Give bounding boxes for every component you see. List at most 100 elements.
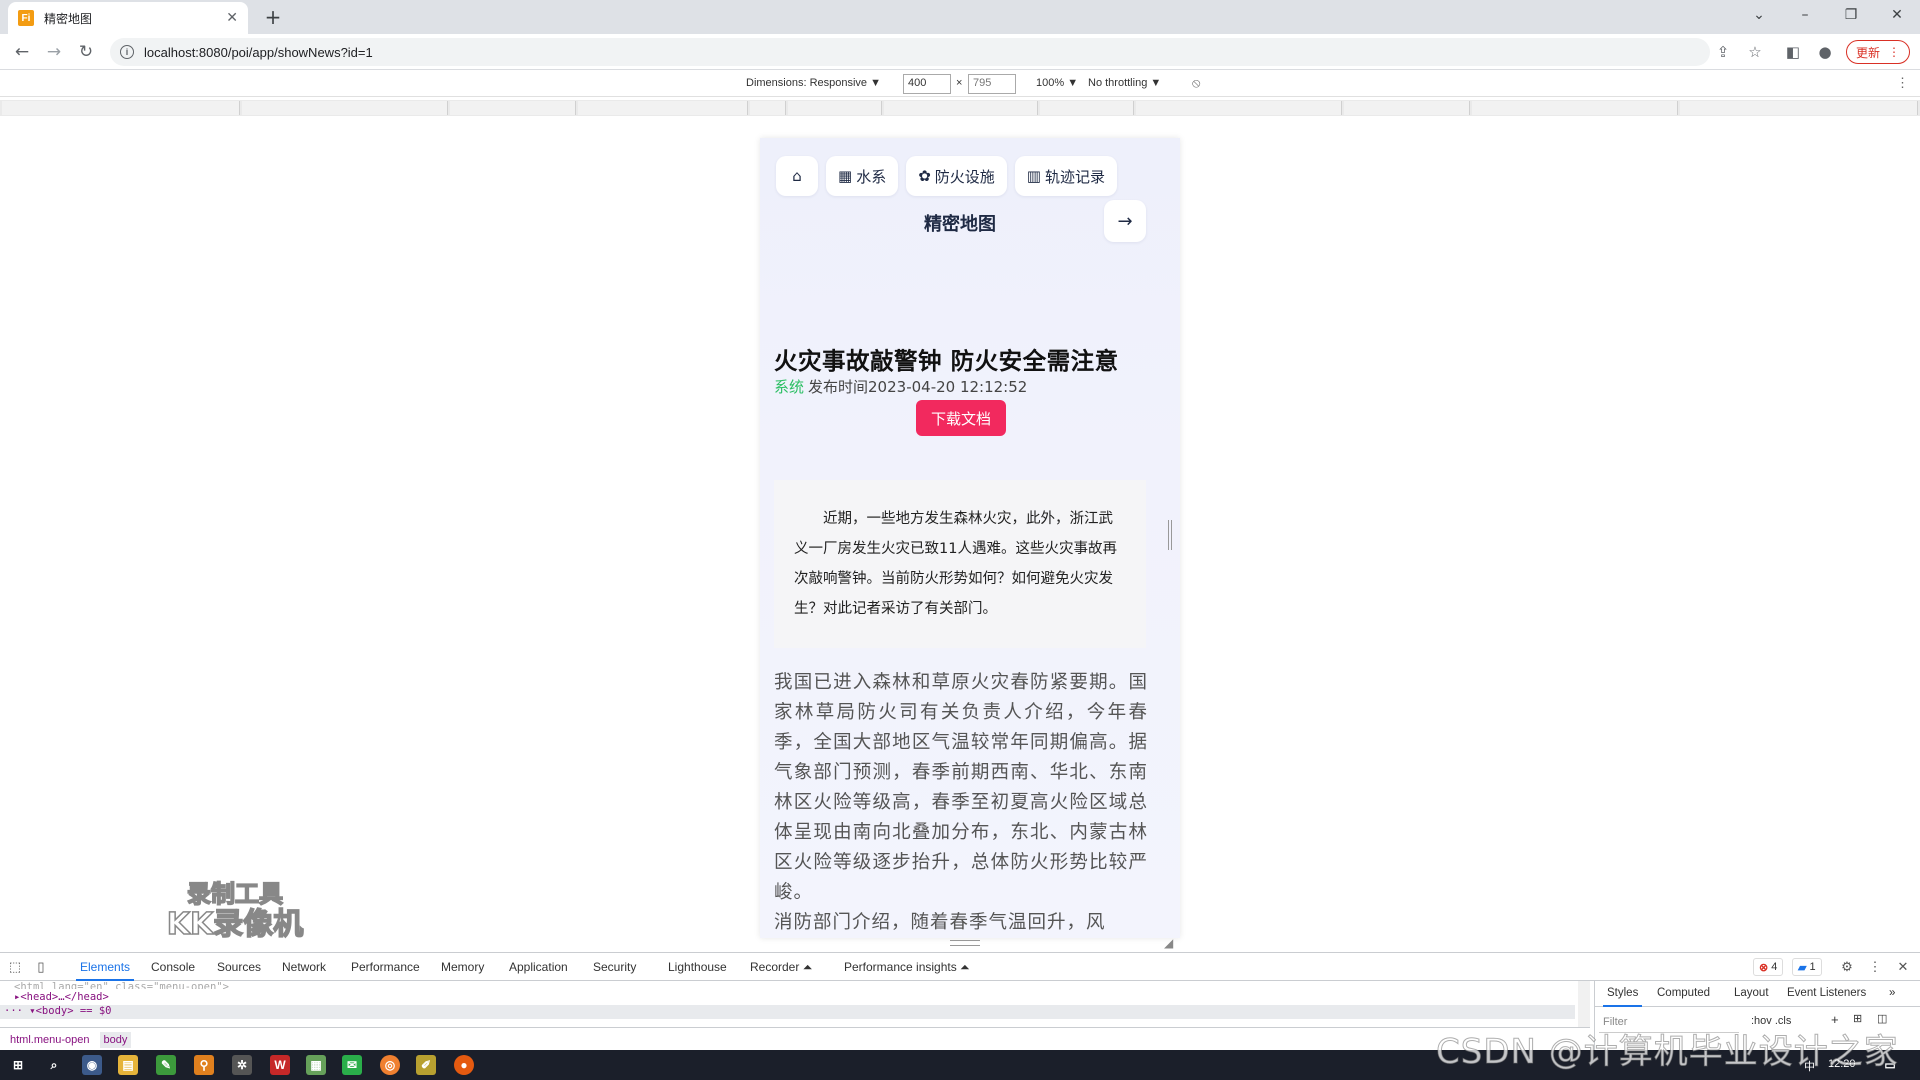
chrome-icon[interactable]: ◉ xyxy=(82,1055,102,1075)
article-body-cut: 消防部门介绍，随着春季气温回升，风 xyxy=(774,912,1106,933)
nav-track-record-label: 轨迹记录 xyxy=(1044,167,1105,186)
nav-track-record-button[interactable]: ▥ 轨迹记录 xyxy=(1014,156,1117,196)
article-published: 发布时间2023-04-20 12:12:52 xyxy=(808,378,1028,396)
download-document-button[interactable]: 下载文档 xyxy=(916,400,1006,436)
viewport-resize-corner-icon[interactable]: ◢ xyxy=(1164,936,1173,950)
dom-line-body[interactable]: ··· ▾<body> == $0 xyxy=(0,1005,1575,1019)
restore-icon[interactable]: ❐ xyxy=(1828,0,1874,30)
dom-line-html[interactable]: <html lang="en" class="menu-open"> xyxy=(14,981,229,989)
viewport-resize-handle-bottom[interactable] xyxy=(950,940,980,946)
update-button[interactable]: 更新 ⋮ xyxy=(1846,40,1910,64)
table-icon: ▦ xyxy=(838,167,853,185)
tab-performance-insights[interactable]: Performance insights ⏶ xyxy=(844,960,970,975)
device-more-icon[interactable]: ⋮ xyxy=(1896,75,1909,91)
app-circle-icon[interactable]: ◎ xyxy=(380,1055,400,1075)
error-count-badge[interactable]: ⊗ 4 xyxy=(1753,958,1784,976)
devtools-more-icon[interactable]: ⋮ xyxy=(1866,958,1884,976)
address-bar: ← → ↻ i localhost:8080/poi/app/showNews?… xyxy=(0,34,1920,70)
nav-fire-facilities-button[interactable]: ✿ 防火设施 xyxy=(906,156,1007,196)
windows-start-icon[interactable]: ⊞ xyxy=(8,1055,28,1075)
app-orange-search-icon[interactable]: ⚲ xyxy=(194,1055,214,1075)
nav-home-button[interactable]: ⌂ xyxy=(776,156,818,196)
app-yellow-icon[interactable]: ✐ xyxy=(416,1055,436,1075)
back-icon[interactable]: ← xyxy=(8,38,36,66)
favicon-icon: Fi xyxy=(18,10,34,26)
styles-tabs: Styles Computed Layout Event Listeners » xyxy=(1595,981,1920,1007)
tab-application[interactable]: Application xyxy=(509,960,568,974)
throttling-select[interactable]: No throttling ▼ xyxy=(1088,77,1161,89)
tab-styles[interactable]: Styles xyxy=(1602,987,1643,1007)
inspect-element-icon[interactable]: ⬚ xyxy=(6,958,24,976)
error-count: 4 xyxy=(1771,961,1778,973)
browser-tab[interactable]: Fi 精密地图 ✕ xyxy=(8,2,248,34)
device-toolbar: Dimensions: Responsive ▼ 400 × 795 100% … xyxy=(0,71,1920,97)
article-summary: 近期，一些地方发生森林火灾，此外，浙江武义一厂房发生火灾已致11人遇难。这些火灾… xyxy=(774,480,1146,648)
message-count: 1 xyxy=(1809,961,1816,973)
tab-computed[interactable]: Computed xyxy=(1657,987,1710,999)
message-count-badge[interactable]: ▰ 1 xyxy=(1792,958,1822,976)
minimize-icon[interactable]: – xyxy=(1782,0,1828,30)
tab-elements[interactable]: Elements xyxy=(75,960,135,981)
breadcrumb-body[interactable]: body xyxy=(99,1031,132,1048)
media-query-ruler[interactable] xyxy=(0,100,1920,116)
nav-water-button[interactable]: ▦ 水系 xyxy=(826,156,899,196)
wechat-icon[interactable]: ✉ xyxy=(342,1055,362,1075)
reload-icon[interactable]: ↻ xyxy=(72,38,100,66)
device-toggle-icon[interactable]: ▯ xyxy=(32,958,50,976)
app-green-icon[interactable]: ✎ xyxy=(156,1055,176,1075)
more-vert-icon: ⋮ xyxy=(1888,45,1900,59)
logout-arrow-button[interactable]: → xyxy=(1104,200,1146,242)
tab-console[interactable]: Console xyxy=(151,960,195,974)
tab-layout[interactable]: Layout xyxy=(1734,987,1769,999)
nav-water-label: 水系 xyxy=(856,167,887,186)
tab-security[interactable]: Security xyxy=(593,960,636,974)
tab-network[interactable]: Network xyxy=(282,960,326,974)
profile-icon[interactable]: ● xyxy=(1812,38,1838,66)
side-panel-icon[interactable]: ◧ xyxy=(1780,38,1806,66)
rotate-off-icon[interactable]: ⦸ xyxy=(1192,75,1200,91)
message-icon: ▰ xyxy=(1798,961,1807,974)
dimensions-select[interactable]: Dimensions: Responsive ▼ xyxy=(746,77,881,89)
app-gear-icon[interactable]: ✲ xyxy=(232,1055,252,1075)
settings-gear-icon[interactable]: ⚙ xyxy=(1838,958,1856,976)
zoom-select[interactable]: 100% ▼ xyxy=(1036,77,1078,89)
notepad-icon[interactable]: ▦ xyxy=(306,1055,326,1075)
tab-search-icon[interactable]: ⌄ xyxy=(1736,0,1782,30)
share-icon[interactable]: ⇪ xyxy=(1710,38,1736,66)
bookmark-star-icon[interactable]: ☆ xyxy=(1742,38,1768,66)
dom-tree: <html lang="en" class="menu-open"> ▸<hea… xyxy=(0,981,1590,1027)
close-window-icon[interactable]: ✕ xyxy=(1874,0,1920,30)
tab-performance[interactable]: Performance xyxy=(351,960,420,974)
dimension-times: × xyxy=(956,77,963,89)
forward-icon[interactable]: → xyxy=(40,38,68,66)
close-tab-icon[interactable]: ✕ xyxy=(226,10,238,26)
devtools-close-icon[interactable]: ✕ xyxy=(1894,958,1912,976)
home-icon: ⌂ xyxy=(792,167,802,185)
recorder-app-icon[interactable]: ● xyxy=(454,1055,474,1075)
csdn-watermark: CSDN @计算机毕业设计之家 xyxy=(1436,1032,1899,1073)
devtools-tabs: ⬚ ▯ Elements Console Sources Network Per… xyxy=(0,953,1920,981)
update-label: 更新 xyxy=(1855,45,1880,60)
more-tabs-icon[interactable]: » xyxy=(1889,987,1895,999)
article-author: 系统 xyxy=(774,378,805,396)
new-tab-icon[interactable]: + xyxy=(260,4,286,30)
breadcrumb-html[interactable]: html.menu-open xyxy=(6,1032,94,1048)
browser-tab-strip: Fi 精密地图 ✕ + ⌄ – ❐ ✕ xyxy=(0,0,1920,34)
tab-title: 精密地图 xyxy=(44,11,93,26)
tab-lighthouse[interactable]: Lighthouse xyxy=(668,960,727,974)
dom-scrollbar[interactable] xyxy=(1578,981,1590,1027)
search-icon[interactable]: ⌕ xyxy=(44,1055,64,1075)
url-input[interactable]: i localhost:8080/poi/app/showNews?id=1 xyxy=(110,38,1710,66)
tab-recorder[interactable]: Recorder ⏶ xyxy=(750,960,812,975)
viewport-height-input[interactable]: 795 xyxy=(968,74,1016,94)
viewport-resize-handle-right[interactable] xyxy=(1168,520,1172,550)
map-icon: ▥ xyxy=(1026,167,1041,185)
wps-icon[interactable]: W xyxy=(270,1055,290,1075)
site-info-icon[interactable]: i xyxy=(120,45,134,59)
viewport-width-input[interactable]: 400 xyxy=(903,74,951,94)
dom-line-head[interactable]: ▸<head>…</head> xyxy=(14,991,109,1005)
tab-memory[interactable]: Memory xyxy=(441,960,484,974)
tab-sources[interactable]: Sources xyxy=(217,960,261,974)
tab-event-listeners[interactable]: Event Listeners xyxy=(1787,987,1866,999)
file-explorer-icon[interactable]: ▤ xyxy=(118,1055,138,1075)
